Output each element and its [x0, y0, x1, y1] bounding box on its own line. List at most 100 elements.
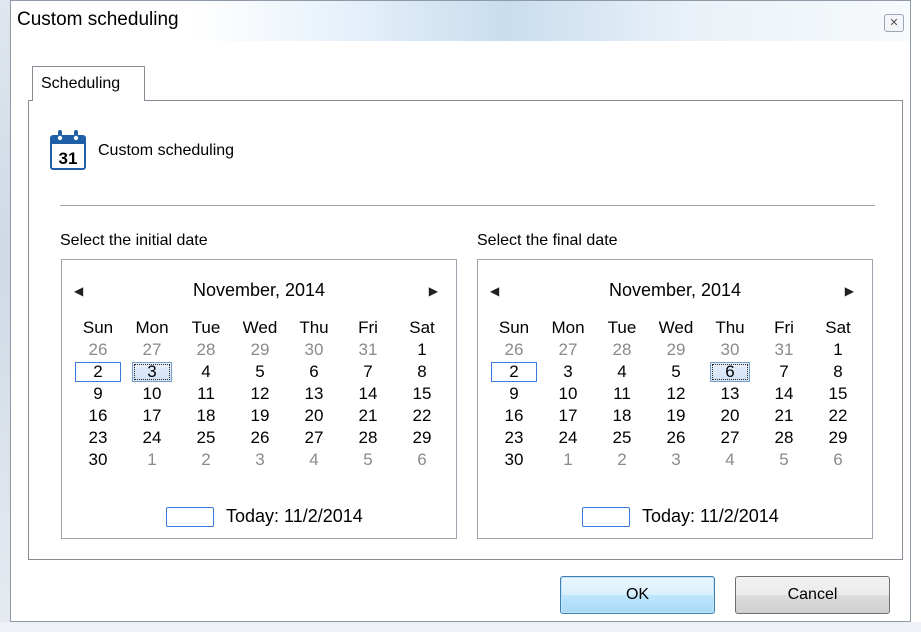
ok-button[interactable]: OK — [560, 576, 715, 614]
calendar-day[interactable]: 17 — [125, 405, 179, 427]
calendar-day[interactable]: 15 — [395, 383, 449, 405]
calendar-day[interactable]: 29 — [395, 427, 449, 449]
calendar-day[interactable]: 2 — [179, 449, 233, 471]
final-date-calendar: ◀ November, 2014 ▶ Sun Mon Tue Wed Thu Fri Sat… — [477, 259, 873, 539]
calendar-day[interactable]: 29 — [649, 339, 703, 361]
initial-month-label[interactable]: November, 2014 — [62, 280, 456, 301]
calendar-day[interactable]: 25 — [179, 427, 233, 449]
calendar-day[interactable]: 22 — [811, 405, 865, 427]
calendar-day[interactable]: 1 — [395, 339, 449, 361]
calendar-day[interactable]: 29 — [811, 427, 865, 449]
calendar-day[interactable]: 28 — [341, 427, 395, 449]
calendar-day[interactable]: 4 — [179, 361, 233, 383]
calendar-day[interactable]: 30 — [703, 339, 757, 361]
final-today-label[interactable]: Today: 11/2/2014 — [642, 506, 779, 527]
calendar-day[interactable]: 25 — [595, 427, 649, 449]
calendar-day[interactable]: 17 — [541, 405, 595, 427]
calendar-day[interactable]: 11 — [179, 383, 233, 405]
calendar-day[interactable]: 12 — [649, 383, 703, 405]
calendar-day[interactable]: 5 — [757, 449, 811, 471]
calendar-day[interactable]: 24 — [125, 427, 179, 449]
calendar-day[interactable]: 1 — [541, 449, 595, 471]
calendar-day[interactable]: 1 — [811, 339, 865, 361]
calendar-day[interactable]: 6 — [287, 361, 341, 383]
calendar-day[interactable]: 18 — [179, 405, 233, 427]
calendar-day[interactable]: 30 — [487, 449, 541, 471]
calendar-day[interactable]: 13 — [287, 383, 341, 405]
calendar-day[interactable]: 2 — [595, 449, 649, 471]
calendar-day[interactable]: 8 — [395, 361, 449, 383]
calendar-day[interactable]: 31 — [341, 339, 395, 361]
calendar-day[interactable]: 18 — [595, 405, 649, 427]
initial-next-month-arrow-icon[interactable]: ▶ — [429, 284, 438, 298]
calendar-day[interactable]: 23 — [487, 427, 541, 449]
calendar-day[interactable]: 19 — [233, 405, 287, 427]
calendar-day[interactable]: 27 — [125, 339, 179, 361]
calendar-day[interactable]: 9 — [71, 383, 125, 405]
calendar-day[interactable]: 6 — [811, 449, 865, 471]
calendar-day[interactable]: 5 — [649, 361, 703, 383]
calendar-day[interactable]: 20 — [703, 405, 757, 427]
calendar-day[interactable]: 21 — [341, 405, 395, 427]
calendar-day[interactable]: 26 — [233, 427, 287, 449]
calendar-day[interactable]: 11 — [595, 383, 649, 405]
calendar-day[interactable]: 4 — [287, 449, 341, 471]
close-button[interactable]: ✕ — [884, 14, 904, 32]
desktop-background-bottom — [0, 622, 921, 632]
calendar-day[interactable]: 22 — [395, 405, 449, 427]
calendar-day[interactable]: 10 — [541, 383, 595, 405]
calendar-day[interactable]: 9 — [487, 383, 541, 405]
calendar-day[interactable]: 7 — [341, 361, 395, 383]
calendar-day[interactable]: 30 — [287, 339, 341, 361]
calendar-day[interactable]: 27 — [541, 339, 595, 361]
day-of-week-header: Thu — [715, 318, 745, 337]
calendar-day[interactable]: 3 — [233, 449, 287, 471]
tab-label: Scheduling — [41, 75, 121, 92]
calendar-day[interactable]: 16 — [487, 405, 541, 427]
cancel-button[interactable]: Cancel — [735, 576, 890, 614]
calendar-day[interactable]: 26 — [71, 339, 125, 361]
calendar-day[interactable]: 28 — [757, 427, 811, 449]
calendar-day[interactable]: 29 — [233, 339, 287, 361]
calendar-day[interactable]: 1 — [125, 449, 179, 471]
calendar-day[interactable]: 10 — [125, 383, 179, 405]
final-next-month-arrow-icon[interactable]: ▶ — [845, 284, 854, 298]
calendar-day[interactable]: 27 — [287, 427, 341, 449]
calendar-day[interactable]: 5 — [341, 449, 395, 471]
tab-scheduling[interactable]: Scheduling — [32, 66, 145, 101]
calendar-day[interactable]: 26 — [487, 339, 541, 361]
calendar-day[interactable]: 3 — [649, 449, 703, 471]
initial-today-label[interactable]: Today: 11/2/2014 — [226, 506, 363, 527]
calendar-day[interactable]: 6 — [395, 449, 449, 471]
final-month-label[interactable]: November, 2014 — [478, 280, 872, 301]
calendar-day[interactable]: 14 — [341, 383, 395, 405]
calendar-day[interactable]: 14 — [757, 383, 811, 405]
calendar-day[interactable]: 28 — [595, 339, 649, 361]
calendar-day[interactable]: 23 — [71, 427, 125, 449]
calendar-day[interactable]: 16 — [71, 405, 125, 427]
calendar-day[interactable]: 28 — [179, 339, 233, 361]
calendar-day[interactable]: 2 — [491, 362, 537, 382]
calendar-day[interactable]: 15 — [811, 383, 865, 405]
calendar-day[interactable]: 31 — [757, 339, 811, 361]
calendar-day[interactable]: 20 — [287, 405, 341, 427]
calendar-day[interactable]: 6 — [710, 362, 750, 382]
calendar-day[interactable]: 19 — [649, 405, 703, 427]
calendar-day[interactable]: 2 — [75, 362, 121, 382]
calendar-day[interactable]: 3 — [541, 361, 595, 383]
calendar-day[interactable]: 4 — [595, 361, 649, 383]
day-of-week-header: Wed — [242, 318, 278, 337]
calendar-day[interactable]: 3 — [132, 362, 172, 382]
calendar-day[interactable]: 12 — [233, 383, 287, 405]
calendar-day[interactable]: 7 — [757, 361, 811, 383]
calendar-day[interactable]: 30 — [71, 449, 125, 471]
calendar-day[interactable]: 27 — [703, 427, 757, 449]
calendar-day[interactable]: 5 — [233, 361, 287, 383]
calendar-day[interactable]: 21 — [757, 405, 811, 427]
calendar-day[interactable]: 8 — [811, 361, 865, 383]
calendar-day[interactable]: 4 — [703, 449, 757, 471]
calendar-day[interactable]: 24 — [541, 427, 595, 449]
calendar-day[interactable]: 26 — [649, 427, 703, 449]
title-bar[interactable]: Custom scheduling ✕ — [11, 1, 910, 41]
calendar-day[interactable]: 13 — [703, 383, 757, 405]
